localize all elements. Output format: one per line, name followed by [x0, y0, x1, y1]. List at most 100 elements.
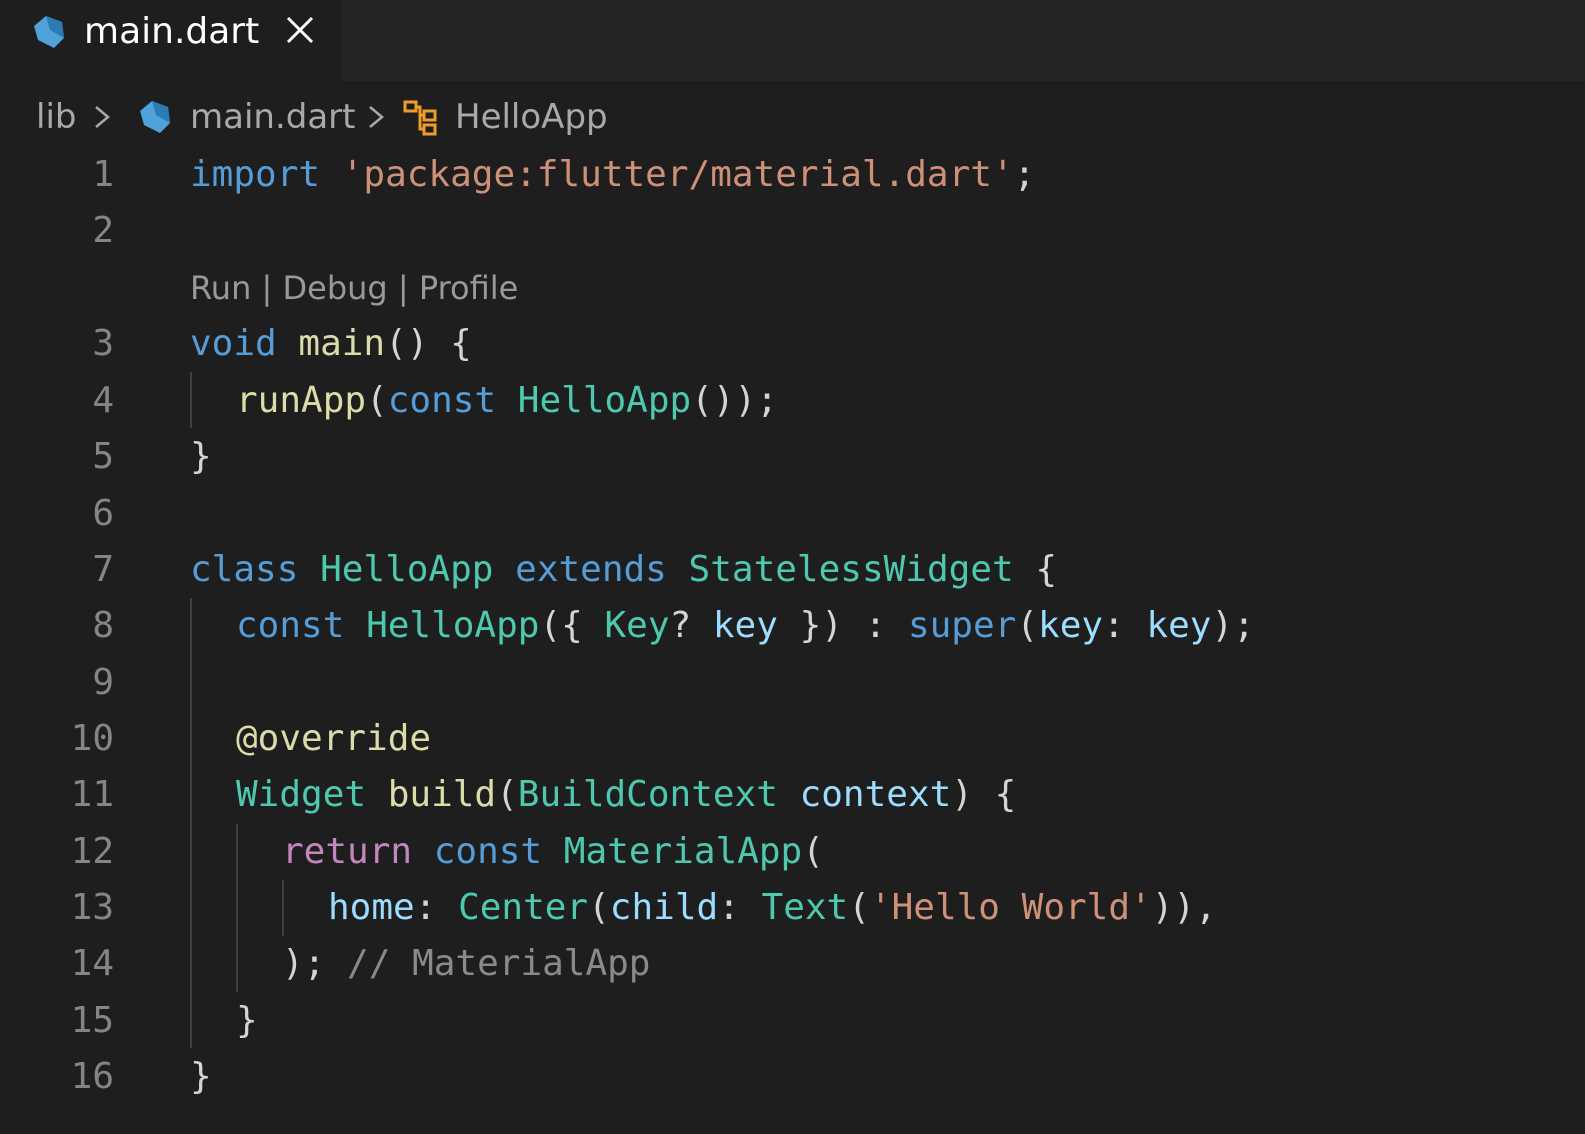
code-line-1: import 'package:flutter/material.dart'; — [190, 147, 1035, 203]
breadcrumb: lib main.dart HelloApp — [0, 90, 1585, 144]
token: ); — [1211, 605, 1255, 646]
codelens: Run | Debug | Profile — [190, 264, 518, 312]
line-number: 13 — [70, 887, 114, 928]
token: ( — [366, 380, 388, 421]
token: home — [328, 887, 415, 928]
token: ) { — [951, 774, 1017, 815]
token: void — [190, 323, 277, 364]
line-number: 6 — [92, 493, 114, 534]
token: key — [712, 605, 778, 646]
indent-guide — [282, 880, 284, 936]
token: key — [1038, 605, 1104, 646]
code-line-8: const HelloApp({ Key? key }) : super(key… — [236, 598, 1255, 654]
line-number: 16 — [70, 1056, 114, 1097]
token: ( — [1016, 605, 1039, 646]
line-number: 5 — [92, 436, 114, 477]
token: ); — [282, 943, 326, 984]
tab-label: main.dart — [84, 11, 260, 52]
code-line-16: } — [190, 1049, 212, 1105]
token: HelloApp — [517, 380, 692, 421]
token: BuildContext — [517, 774, 778, 815]
breadcrumb-file[interactable]: main.dart — [190, 90, 355, 144]
token: const — [387, 380, 497, 421]
code-line-4: runApp(const HelloApp()); — [236, 373, 778, 429]
token: : — [1103, 605, 1147, 646]
token: HelloApp — [366, 605, 540, 646]
token: return — [282, 831, 413, 872]
codelens-separator: | — [251, 269, 283, 307]
codelens-debug[interactable]: Debug — [282, 269, 387, 307]
token: ; — [1013, 154, 1036, 195]
close-icon[interactable] — [284, 14, 316, 46]
line-number: 11 — [70, 774, 114, 815]
token: MaterialApp — [563, 831, 803, 872]
codelens-separator: | — [387, 269, 419, 307]
token: StatelessWidget — [688, 549, 1014, 590]
token: child — [609, 887, 719, 928]
class-symbol-icon — [403, 100, 437, 136]
token: HelloApp — [320, 549, 494, 590]
token: // MaterialApp — [347, 943, 651, 984]
token: const — [236, 605, 345, 646]
token: ({ — [539, 605, 605, 646]
token: Widget — [236, 774, 367, 815]
line-number: 3 — [92, 323, 114, 364]
line-number: 7 — [92, 549, 114, 590]
line-number: 12 — [70, 831, 114, 872]
token: @override — [236, 718, 432, 759]
token: key — [1146, 605, 1212, 646]
code-line-10: @override — [236, 711, 431, 767]
token: } — [190, 436, 212, 477]
code-editor[interactable]: 1 2 3 4 5 6 7 8 9 10 11 12 13 14 15 16 R… — [0, 146, 1585, 1134]
token: main — [298, 323, 386, 364]
code-line-7: class HelloApp extends StatelessWidget { — [190, 542, 1057, 598]
token: : — [718, 887, 762, 928]
code-line-5: } — [190, 429, 212, 485]
token: import — [190, 154, 321, 195]
token: class — [190, 549, 299, 590]
token: ( — [588, 887, 610, 928]
token: () { — [385, 323, 472, 364]
token: )), — [1151, 887, 1217, 928]
token: const — [433, 831, 543, 872]
token: 'package:flutter/material.dart' — [341, 154, 1014, 195]
tab-bar: main.dart — [0, 0, 1585, 81]
token: Key — [604, 605, 670, 646]
dart-file-icon — [140, 101, 170, 133]
token: ()); — [691, 380, 778, 421]
token: extends — [515, 549, 667, 590]
line-number: 2 — [92, 210, 114, 251]
line-number: 1 — [92, 154, 114, 195]
tab-main-dart[interactable]: main.dart — [0, 0, 341, 81]
dart-file-icon — [34, 16, 64, 48]
token: ( — [496, 774, 518, 815]
line-number: 4 — [92, 380, 114, 421]
codelens-run[interactable]: Run — [190, 269, 251, 307]
codelens-profile[interactable]: Profile — [419, 269, 519, 307]
code-line-11: Widget build(BuildContext context) { — [236, 767, 1016, 823]
code-line-3: void main() { — [190, 316, 472, 372]
code-line-14: ); // MaterialApp — [282, 936, 650, 992]
breadcrumb-symbol[interactable]: HelloApp — [455, 90, 608, 144]
line-number: 10 — [70, 718, 114, 759]
token: context — [799, 774, 952, 815]
indent-guide — [236, 824, 238, 992]
token: Center — [458, 887, 589, 928]
token: ? — [669, 605, 713, 646]
breadcrumb-folder[interactable]: lib — [36, 90, 76, 144]
token: ( — [848, 887, 870, 928]
token: ( — [802, 831, 824, 872]
token: 'Hello World' — [869, 887, 1152, 928]
token: runApp — [236, 380, 367, 421]
